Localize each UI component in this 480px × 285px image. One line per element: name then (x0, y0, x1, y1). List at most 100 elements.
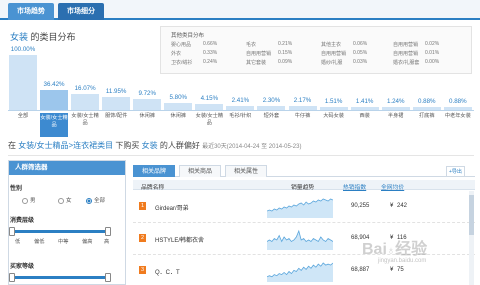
pref-prefix: 在 (8, 141, 16, 150)
tab-related-brands[interactable]: 相关品牌 (133, 165, 175, 177)
category-tick-label[interactable]: 半身裙 (382, 113, 410, 120)
category-tick-label[interactable]: 短外套 (257, 113, 285, 120)
table-scrollbar[interactable] (469, 191, 474, 285)
col-brand-name: 品牌名称 (141, 185, 165, 191)
other-category-name: 其他主衣 (321, 42, 342, 48)
bar-value-label: 11.95% (105, 88, 127, 95)
buyer-level-label: 买家等级 (10, 264, 35, 270)
other-category-name: 婴心用品 (171, 42, 192, 48)
hot-index-value: 90,255 (351, 203, 370, 209)
avg-price-value: 242 (397, 203, 408, 209)
category-tick-label[interactable]: 全部 (9, 113, 37, 120)
chart-bar[interactable] (9, 55, 37, 110)
category-tick-label[interactable]: 休闲裤 (133, 113, 161, 120)
category-tick-label[interactable]: 大码女装 (320, 113, 348, 120)
other-category-item: 其他主衣 0.06% (321, 41, 367, 48)
category-tick-label[interactable]: 打底裤 (413, 113, 441, 120)
gender-all-label: 全部 (94, 198, 106, 204)
pref-category-path[interactable]: 女装/女士精品>连衣裙类目 (18, 141, 113, 150)
scrollbar-thumb[interactable] (469, 195, 474, 235)
bar-value-label: 36.42% (43, 81, 65, 88)
sales-trend-sparkline (267, 229, 333, 250)
category-tick-label[interactable]: 休闲裤 (164, 113, 192, 120)
bar-value-label: 4.15% (200, 95, 219, 102)
chart-axis (8, 110, 474, 111)
col-hot-index[interactable]: 热销指数 (343, 182, 366, 191)
other-category-name: 自用用营销 (393, 42, 419, 48)
category-tick-label[interactable]: 毛衫/针织 (226, 113, 254, 120)
category-title-rest: 的类目分布 (30, 32, 76, 42)
category-name: 女装 (10, 32, 29, 42)
rank-badge: 2 (139, 234, 146, 242)
chart-bar[interactable] (40, 90, 69, 110)
bar-value-label: 0.88% (449, 98, 467, 105)
bar-value-label: 100.00% (10, 46, 36, 53)
bar-value-label: 1.51% (324, 98, 343, 105)
radio-icon (22, 197, 28, 204)
slider-max-handle[interactable] (105, 273, 111, 282)
bar-value-label: 1.41% (355, 98, 374, 105)
tab-market-segment[interactable]: 市场细分 (58, 3, 104, 20)
buyer-level-slider[interactable] (9, 273, 111, 282)
col-sales-trend: 销量趋势 (291, 185, 315, 191)
other-category-pct: 0.21% (278, 41, 293, 47)
bar-value-label: 1.24% (386, 98, 405, 105)
bar-value-label: 2.41% (231, 97, 250, 104)
category-tick-label[interactable]: 服饰/配件 (102, 113, 130, 120)
pref-suffix: 的人群偏好 (159, 141, 200, 150)
brand-name-link[interactable]: Q．C．T (155, 267, 180, 276)
category-tick-label[interactable]: 牛仔裤 (289, 113, 317, 120)
consumption-tick: 高 (104, 239, 110, 245)
crowd-preference-header: 在 女装/女士精品>连衣裙类目 下购买 女装 的人群偏好 最近30天(2014-… (8, 140, 474, 156)
category-title: 女装 的类目分布 (10, 30, 76, 43)
gender-all-radio[interactable]: 全部 (86, 196, 105, 204)
category-tick-label[interactable]: 女装/女士精品 (195, 113, 223, 127)
sparkline-area (267, 199, 333, 218)
slider-max-handle[interactable] (105, 227, 111, 236)
bar-value-label: 16.07% (74, 85, 96, 92)
other-category-item: 自用用营销 0.02% (393, 41, 439, 48)
sales-trend-sparkline (267, 198, 333, 218)
price-currency: ¥ (390, 203, 394, 209)
consumption-tick: 偏高 (82, 239, 93, 245)
brand-name-link[interactable]: HSTYLE/韩都衣舍 (155, 235, 204, 244)
chart-bar[interactable] (133, 99, 162, 110)
rank-badge: 3 (139, 266, 146, 274)
export-button[interactable]: +导出 (446, 166, 465, 177)
gender-male-radio[interactable]: 男 (22, 196, 36, 204)
category-tick-label[interactable]: 女装/女士精品 (71, 113, 99, 127)
bar-value-label: 5.80% (169, 94, 188, 101)
category-tick-label[interactable]: 西装 (351, 113, 379, 120)
chart-bar[interactable] (102, 97, 131, 110)
gender-female-radio[interactable]: 女 (58, 196, 72, 204)
bar-value-label: 9.72% (138, 90, 156, 97)
tab-market-trend[interactable]: 市场趋势 (8, 3, 54, 20)
table-row[interactable]: 1 Girdear/哥弟 90,255 ¥242 (133, 191, 475, 223)
category-tick-label[interactable]: 女装/女士精品 (40, 113, 69, 137)
category-tick-label[interactable]: 中老年女装 (444, 113, 472, 120)
slider-min-handle[interactable] (9, 273, 15, 282)
pref-highlight: 女装 (141, 141, 158, 150)
price-currency: ¥ (390, 267, 394, 273)
brand-name-link[interactable]: Girdear/哥弟 (155, 203, 189, 212)
other-category-item: 毛衣 0.21% (246, 41, 292, 48)
avg-price-value: 75 (397, 267, 404, 273)
consumption-tick: 低 (15, 239, 21, 245)
radio-selected-icon (86, 197, 92, 204)
bar-value-label: 2.30% (262, 97, 281, 104)
pref-daterange: 最近30天(2014-04-24 至 2014-05-23) (202, 144, 302, 150)
chart-bar[interactable] (164, 103, 193, 110)
tab-related-products[interactable]: 相关商品 (179, 165, 221, 177)
other-category-name: 毛衣 (246, 42, 257, 48)
tab-related-attributes[interactable]: 相关属性 (225, 165, 267, 177)
chart-bar[interactable] (71, 94, 100, 110)
consumption-tick: 偏低 (34, 239, 45, 245)
consumption-level-slider[interactable] (9, 227, 111, 236)
col-avg-price[interactable]: 全网均价 (381, 182, 404, 191)
gender-label: 性别 (10, 186, 23, 192)
hot-index-value: 68,887 (351, 267, 370, 273)
slider-min-handle[interactable] (9, 227, 15, 236)
watermark-logo: Bai♁经验 (362, 241, 428, 258)
consumption-tick: 中等 (58, 239, 69, 245)
bar-value-label: 2.17% (293, 97, 312, 104)
